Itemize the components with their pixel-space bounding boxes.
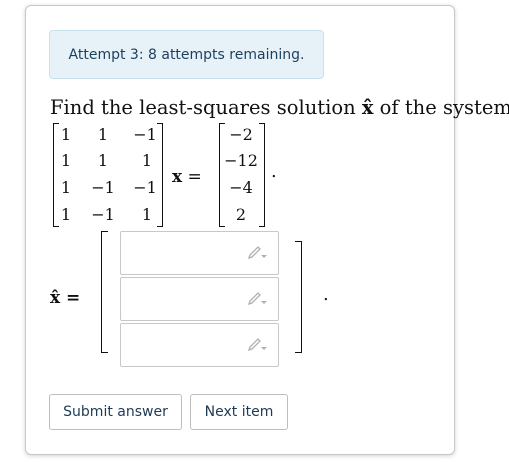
answer-right-bracket <box>295 241 302 353</box>
answer-input-2[interactable] <box>120 277 279 321</box>
question-prefix: Find the least-squares solution <box>50 96 362 119</box>
pencil-icon <box>246 291 268 307</box>
matrix-cell: 1 <box>97 125 109 144</box>
rhs-cell: −2 <box>229 125 253 144</box>
question-text: Find the least-squares solution x̂ of th… <box>50 96 509 119</box>
question-xhat: x̂ <box>361 96 374 119</box>
matrix-cell: −1 <box>91 178 115 197</box>
answer-period: . <box>323 284 329 305</box>
equals-sign: = <box>182 167 202 187</box>
matrix-right-bracket <box>157 123 163 227</box>
submit-answer-button[interactable]: Submit answer <box>49 394 182 430</box>
next-item-button[interactable]: Next item <box>190 394 288 430</box>
rhs-right-bracket <box>259 123 265 227</box>
answer-field[interactable] <box>121 278 253 320</box>
rhs-cell: −4 <box>229 178 253 197</box>
matrix-cell: 1 <box>97 151 109 170</box>
pencil-icon <box>246 337 268 353</box>
x-symbol: x <box>172 167 183 187</box>
answer-label: x̂ = <box>50 288 81 308</box>
matrix-cell: 1 <box>60 205 72 224</box>
x-equals: x = <box>172 167 202 187</box>
rhs-cell: 2 <box>235 205 247 224</box>
answer-input-1[interactable] <box>120 231 279 275</box>
attempt-banner: Attempt 3: 8 attempts remaining. <box>49 30 324 79</box>
matrix-cell: 1 <box>60 125 72 144</box>
matrix-cell: 1 <box>60 178 72 197</box>
pencil-icon <box>246 245 268 261</box>
answer-input-3[interactable] <box>120 323 279 367</box>
answer-field[interactable] <box>121 232 253 274</box>
question-suffix: of the system <box>373 96 509 119</box>
system-period: . <box>271 161 277 182</box>
matrix-cell: −1 <box>91 205 115 224</box>
answer-left-bracket <box>101 231 108 353</box>
answer-field[interactable] <box>121 324 253 366</box>
rhs-cell: −12 <box>224 151 258 170</box>
matrix-cell: 1 <box>60 151 72 170</box>
